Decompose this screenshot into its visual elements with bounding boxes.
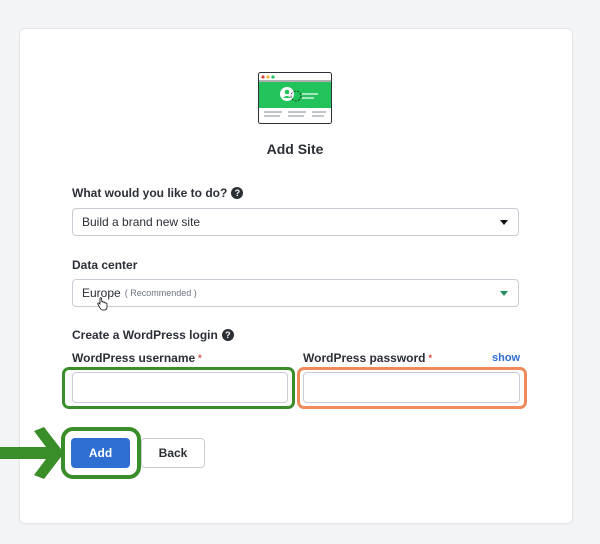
show-password-link[interactable]: show [492,352,520,364]
hand-pointer-icon [96,297,108,316]
login-label: Create a WordPress login ? [72,328,234,342]
action-label: What would you like to do? ? [72,186,244,200]
login-label-text: Create a WordPress login [72,328,218,342]
action-label-text: What would you like to do? [72,186,228,200]
site-illustration [258,72,332,129]
recommended-note: ( Recommended ) [124,288,197,298]
password-label-text: WordPress password [303,351,426,365]
page-title: Add Site [266,141,324,157]
help-icon[interactable]: ? [221,329,234,341]
required-mark: * [428,353,432,363]
back-button[interactable]: Back [141,438,205,468]
password-label: WordPress password * [303,351,432,365]
datacenter-select[interactable]: Europe ( Recommended ) [72,279,519,307]
caret-down-icon [500,291,508,296]
arrow-right-icon [0,424,66,487]
username-label-text: WordPress username [72,351,196,365]
username-input[interactable] [72,372,288,403]
help-icon[interactable]: ? [231,187,244,199]
action-select-value: Build a brand new site [82,215,201,229]
password-input[interactable] [303,372,520,403]
action-select[interactable]: Build a brand new site [72,208,519,236]
username-label: WordPress username * [72,351,202,365]
required-mark: * [198,353,202,363]
datacenter-label: Data center [72,258,138,272]
caret-down-icon [500,220,508,225]
add-button[interactable]: Add [71,438,130,468]
